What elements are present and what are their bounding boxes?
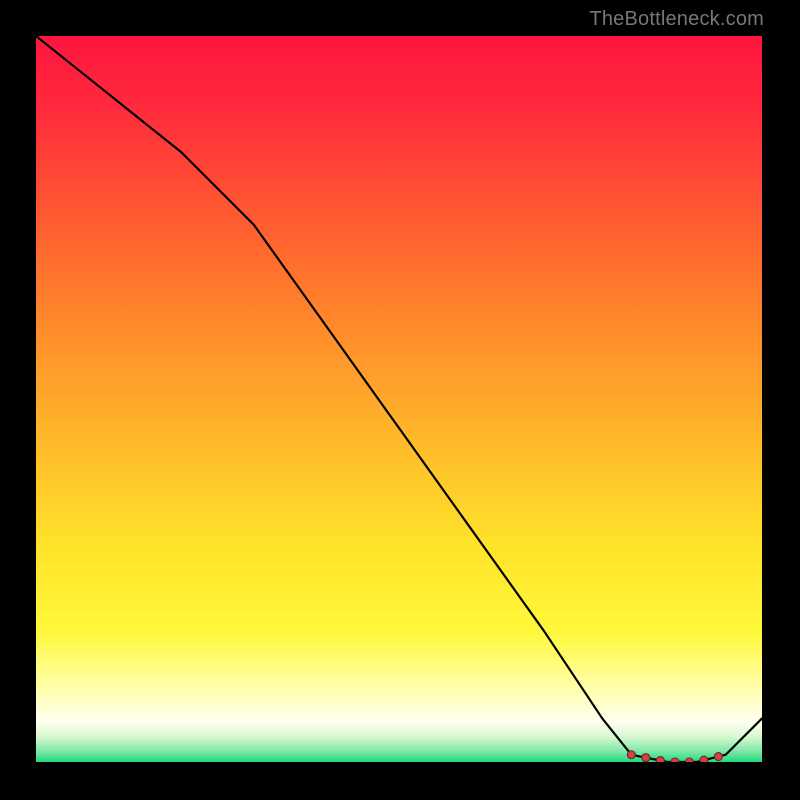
attribution-text: TheBottleneck.com [589,8,764,31]
curve-markers [627,751,722,762]
marker-point [642,754,650,762]
plot-area [36,36,762,762]
marker-point [714,753,722,761]
data-curve [36,36,762,762]
marker-point [671,758,679,762]
marker-point [656,757,664,762]
marker-point [627,751,635,759]
marker-point [685,758,693,762]
marker-point [700,756,708,762]
curve-line [36,36,762,762]
chart-stage: TheBottleneck.com [0,0,800,800]
